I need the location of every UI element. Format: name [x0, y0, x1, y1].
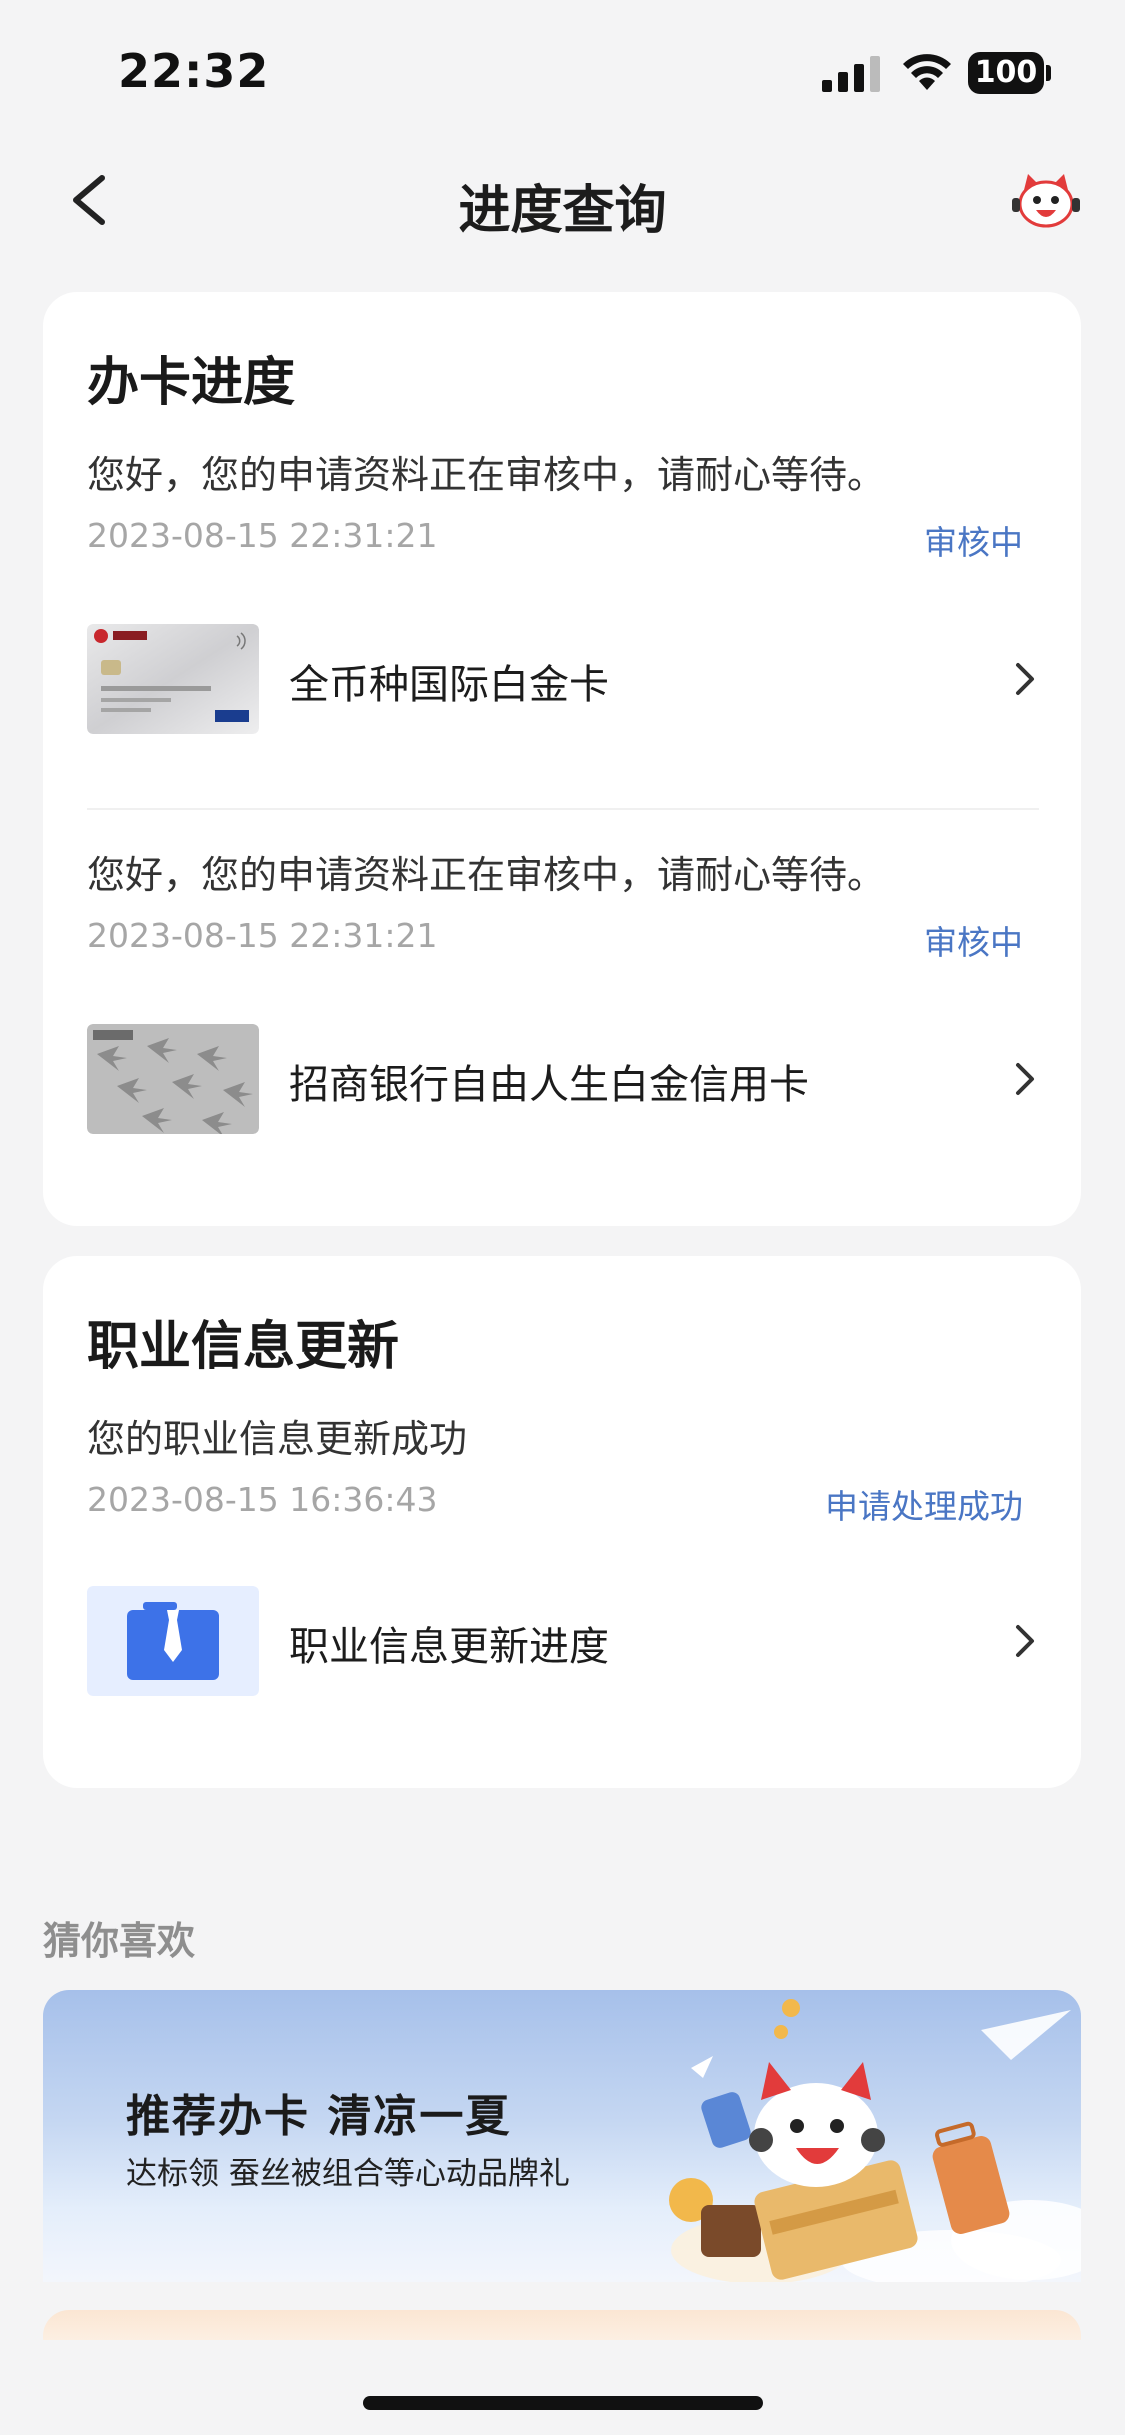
status-time: 22:32	[118, 44, 270, 98]
status-badge: 审核中	[924, 923, 1023, 962]
battery-level: 100	[968, 52, 1044, 94]
mascot-illustration	[669, 1999, 1081, 2282]
job-time: 2023-08-15 16:36:43	[87, 1480, 438, 1519]
progress-message: 您好，您的申请资料正在审核中，请耐心等待。	[87, 453, 886, 497]
card-title: 职业信息更新	[87, 1317, 400, 1377]
section-label-recommend: 猜你喜欢	[43, 1919, 196, 1963]
card-thumbnail	[87, 1024, 259, 1134]
status-badge: 申请处理成功	[825, 1487, 1023, 1526]
wifi-icon	[903, 54, 951, 90]
progress-time: 2023-08-15 22:31:21	[87, 916, 438, 955]
briefcase-icon	[87, 1586, 259, 1696]
item-name: 全币种国际白金卡	[289, 662, 609, 708]
banner-subtitle: 达标领 蚕丝被组合等心动品牌礼	[126, 2156, 570, 2192]
card-job-info-update: 职业信息更新 您的职业信息更新成功 2023-08-15 16:36:43 申请…	[43, 1256, 1081, 1788]
nav-bar: 进度查询	[0, 140, 1125, 260]
job-message: 您的职业信息更新成功	[87, 1417, 468, 1461]
progress-message: 您好，您的申请资料正在审核中，请耐心等待。	[87, 853, 886, 897]
status-badge: 审核中	[924, 523, 1023, 562]
item-name: 招商银行自由人生白金信用卡	[289, 1062, 809, 1108]
list-item-card-2[interactable]: 招商银行自由人生白金信用卡	[87, 1024, 1037, 1134]
list-item-card-1[interactable]: 全币种国际白金卡	[87, 624, 1037, 734]
battery-icon: 100	[968, 52, 1052, 94]
promo-banner[interactable]: 推荐办卡 清凉一夏 达标领 蚕丝被组合等心动品牌礼	[43, 1990, 1081, 2282]
card-application-progress: 办卡进度 您好，您的申请资料正在审核中，请耐心等待。 2023-08-15 22…	[43, 292, 1081, 1226]
list-item-job-progress[interactable]: 职业信息更新进度	[87, 1586, 1037, 1696]
page-title: 进度查询	[458, 181, 667, 241]
signal-icon	[822, 56, 880, 92]
card-title: 办卡进度	[87, 353, 296, 413]
status-bar: 22:32 100	[0, 0, 1125, 140]
chevron-right-icon	[1016, 1063, 1034, 1095]
progress-time: 2023-08-15 22:31:21	[87, 516, 438, 555]
home-indicator[interactable]	[363, 2396, 763, 2410]
chevron-right-icon	[1016, 1625, 1034, 1657]
promo-banner-next[interactable]	[43, 2310, 1081, 2340]
mascot-icon[interactable]	[1010, 168, 1082, 232]
card-thumbnail	[87, 624, 259, 734]
item-name: 职业信息更新进度	[289, 1624, 609, 1670]
divider	[87, 808, 1039, 810]
banner-title: 推荐办卡 清凉一夏	[126, 2091, 512, 2142]
chevron-right-icon	[1016, 663, 1034, 695]
